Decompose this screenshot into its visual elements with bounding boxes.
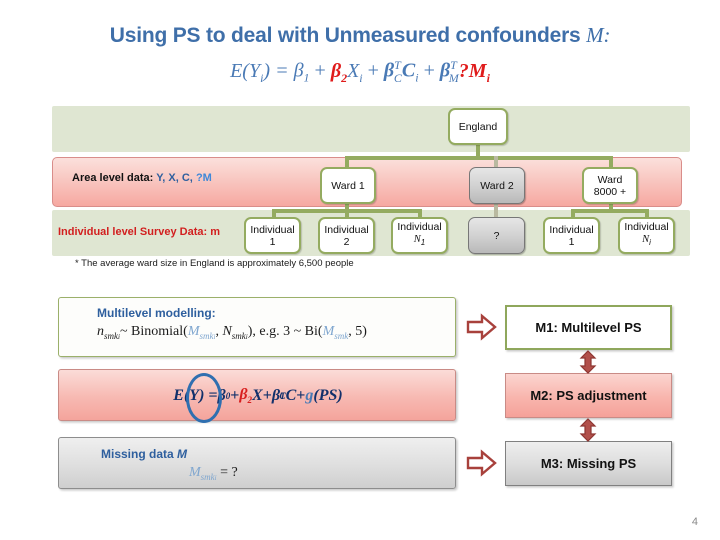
arrow-updown-m2-m3 (579, 418, 597, 442)
ml-eq-M2-sub: smk (334, 330, 349, 341)
node-ward-8000[interactable]: Ward 8000 + (582, 167, 638, 204)
node-individual-wl-n[interactable]: Individual Ni (618, 217, 675, 254)
ml-eq-N: N (222, 324, 232, 339)
node-ward-8000-label-1: Ward (597, 173, 623, 186)
area-label-prefix: Area level data: (72, 172, 157, 184)
panel-missing-heading-text: Missing data (101, 447, 178, 461)
out-eq-ps: (PS) (313, 387, 343, 404)
node-individual-w1-2[interactable]: Individual 2 (318, 217, 375, 254)
ml-eq-mid: ~ Binomial( (119, 324, 188, 339)
ml-eq-n-sub: smk (104, 330, 118, 341)
panel-multilevel-heading: Multilevel modelling: (97, 306, 216, 320)
node-individual-w1-n-sub: 1 (420, 238, 426, 248)
node-individual-w1-1-label-1: Individual (250, 223, 295, 236)
method-box-m1[interactable]: M1: Multilevel PS (505, 305, 672, 350)
out-eq-plus3: + (296, 387, 306, 404)
panel-missing-heading: Missing data M (101, 447, 187, 461)
node-ward-1[interactable]: Ward 1 (320, 167, 376, 204)
area-level-data-label: Area level data: Y, X, C, ?M (72, 172, 212, 184)
panel-multilevel-equation: nsmki~ Binomial(Msmki, Nsmki), e.g. 3 ~ … (97, 324, 367, 341)
method-box-m3[interactable]: M3: Missing PS (505, 441, 672, 486)
node-ward-8000-label-2: 8000 + (593, 185, 627, 198)
node-individual-w2-unknown[interactable]: ? (468, 217, 525, 254)
node-individual-w1-n-label-2: N1 (414, 233, 425, 249)
node-individual-wl-n-label-1: Individual (624, 221, 669, 234)
node-individual-wl-1[interactable]: Individual 1 (543, 217, 600, 254)
miss-eq-M: M (189, 465, 201, 480)
individual-level-data-label: Individual level Survey Data: m (58, 226, 221, 238)
area-label-missing: ?M (195, 172, 212, 184)
arrow-right-to-m3 (466, 449, 497, 477)
ml-eq-n: n (97, 324, 104, 339)
arrow-right-to-m1 (466, 313, 497, 341)
arrow-updown-m1-m2 (579, 350, 597, 374)
out-eq-c: C (285, 387, 297, 404)
ml-eq-M2: M (322, 324, 335, 339)
node-individual-wl-1-label-2: 1 (568, 235, 575, 248)
node-individual-w1-n[interactable]: Individual N1 (391, 217, 448, 254)
panel-outcome-equation: E(Y) = β0 + β2 X + βTCC + g (PS) (59, 370, 457, 422)
out-eq-x: X (252, 387, 263, 404)
ml-eq-tail: ), e.g. 3 ~ Bi( (247, 324, 323, 339)
miss-eq-tail: = ? (216, 465, 238, 480)
node-individual-w1-1[interactable]: Individual 1 (244, 217, 301, 254)
band-top-green (52, 106, 690, 152)
node-individual-wl-n-label-2: Ni (642, 233, 651, 249)
panel-missing-data: Missing data M Msmki = ? (58, 437, 456, 489)
out-eq-g: g (305, 387, 314, 404)
out-eq-plus2: + (262, 387, 272, 404)
panel-outcome-model: E(Y) = β0 + β2 X + βTCC + g (PS) (58, 369, 456, 421)
ml-eq-N-sub: smk (231, 330, 246, 341)
ml-eq-M: M (187, 324, 200, 339)
connector-level1-bar (347, 156, 612, 160)
node-england[interactable]: England (448, 108, 508, 145)
ml-eq-end: , 5) (348, 324, 367, 339)
node-individual-w1-2-label-2: 2 (343, 235, 350, 248)
hierarchy-diagram: Area level data: Y, X, C, ?M Individual … (0, 0, 720, 275)
node-ward-2[interactable]: Ward 2 (469, 167, 525, 204)
panel-missing-heading-symbol: M (177, 447, 188, 461)
area-label-vars: Y, X, C, (156, 172, 196, 184)
out-eq-plus1: + (230, 387, 240, 404)
node-ward-2-label: Ward 2 (480, 179, 514, 192)
node-individual-w1-n-label-1: Individual (397, 221, 442, 234)
page-number: 4 (691, 516, 698, 528)
method-box-m2-label: M2: PS adjustment (530, 388, 647, 403)
miss-eq-M-sub: smk (200, 471, 215, 482)
footnote-ward-size: * The average ward size in England is ap… (75, 258, 354, 269)
node-individual-w1-n-var: N (413, 234, 421, 246)
node-ward-1-label: Ward 1 (331, 179, 365, 192)
method-box-m1-label: M1: Multilevel PS (535, 320, 642, 335)
method-box-m3-label: M3: Missing PS (540, 456, 637, 471)
node-individual-wl-n-sub: i (649, 238, 651, 248)
node-individual-wl-1-label-1: Individual (549, 223, 594, 236)
connector-wardlast-bar (571, 209, 649, 213)
beta2-highlight-ellipse (186, 373, 222, 423)
node-individual-w1-2-label-1: Individual (324, 223, 369, 236)
method-box-m2[interactable]: M2: PS adjustment (505, 373, 672, 418)
node-england-label: England (458, 120, 498, 133)
node-individual-w1-1-label-2: 1 (269, 235, 276, 248)
out-eq-beta2: β (239, 386, 248, 404)
ml-eq-M-sub: smk (199, 330, 214, 341)
panel-multilevel-modelling: Multilevel modelling: nsmki~ Binomial(Ms… (58, 297, 456, 357)
panel-missing-equation: Msmki = ? (189, 465, 238, 482)
node-individual-w2-unknown-label: ? (493, 229, 500, 242)
